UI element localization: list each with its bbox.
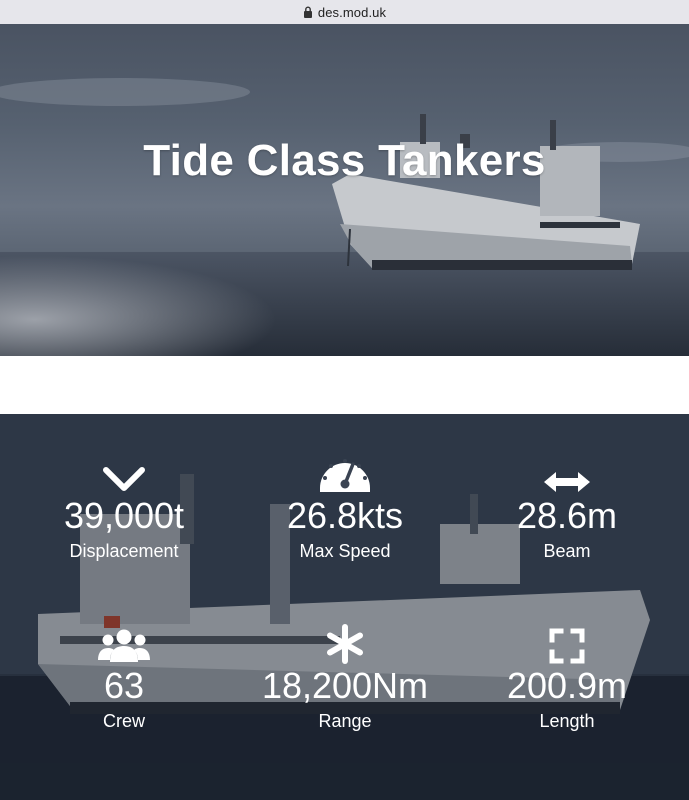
section-spacer [0,356,689,414]
hero-banner: Tide Class Tankers [0,24,689,356]
double-arrow-horizontal-icon [544,472,590,492]
stat-label: Crew [102,711,145,731]
url-text: des.mod.uk [317,4,387,20]
stat-range: 18,200Nm Range [245,620,445,732]
stat-label: Length [539,711,595,731]
browser-url-bar[interactable]: des.mod.uk [0,0,689,24]
stat-value: 200.9m [506,665,628,706]
stat-label: Range [318,711,372,731]
stat-max-speed: 26.8kts Max Speed [245,450,445,562]
stat-label: Displacement [69,541,179,561]
stat-beam: 28.6m Beam [467,450,667,562]
stat-crew: 63 Crew [24,620,224,732]
chevron-down-icon [103,467,145,491]
page-title: Tide Class Tankers [143,136,546,185]
stat-displacement: 39,000t Displacement [24,450,224,562]
stat-value: 39,000t [63,495,185,536]
stat-label: Beam [543,541,591,561]
ship-stats-section: 39,000t Displacement 26.8kts Max Speed 2… [0,414,689,800]
hero-ship-image [0,78,689,356]
stat-label: Max Speed [299,541,391,561]
stat-length: 200.9m Length [467,620,667,732]
lock-icon [303,6,312,18]
stat-value: 18,200Nm [261,665,429,706]
stat-value: 63 [103,665,145,706]
speedometer-icon [320,459,370,492]
asterisk-icon [327,624,363,664]
users-icon [98,629,150,662]
expand-corners-icon [549,628,585,664]
stat-value: 26.8kts [286,495,404,536]
stat-value: 28.6m [516,495,618,536]
